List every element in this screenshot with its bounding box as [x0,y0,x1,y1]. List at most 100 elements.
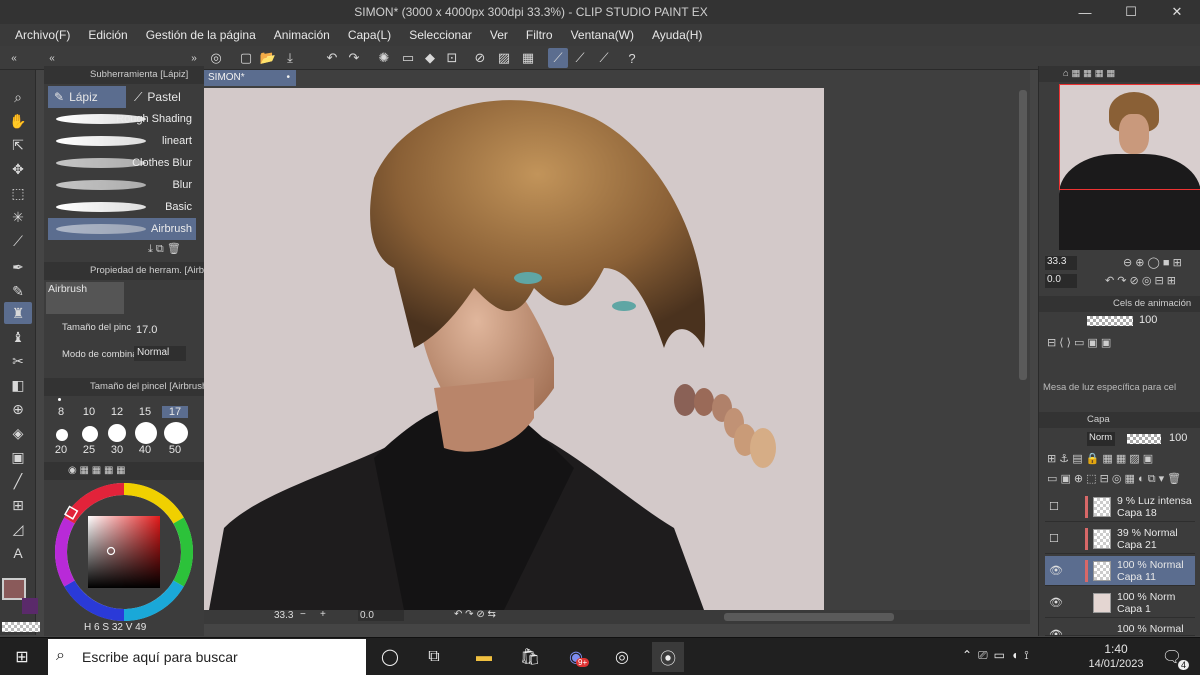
menu-edicion[interactable]: Edición [79,24,136,46]
brush-clothes-blur[interactable]: Clothes Blur [48,152,196,174]
size-40[interactable]: 40 [132,444,158,456]
clock-date[interactable]: 14/01/2023 [1086,658,1146,670]
layer-row[interactable]: ☐ 39 % Normal Capa 21 [1045,524,1195,554]
minimize-button[interactable]: — [1062,0,1108,24]
clip-studio-icon[interactable]: ◎ [206,48,226,68]
transform-icon[interactable]: ⊡ [442,48,462,68]
menu-archivo[interactable]: Archivo(F) [6,24,79,46]
move-icon[interactable]: ✥ [4,158,32,180]
menu-ventana[interactable]: Ventana(W) [562,24,643,46]
open-file-icon[interactable]: 📂 [258,48,278,68]
clip-studio-paint-taskbar-icon[interactable]: ⦿ [652,642,684,672]
blend-mode-select[interactable]: Normal [134,346,186,361]
figure-icon[interactable]: ╱ [4,470,32,492]
menu-ayuda[interactable]: Ayuda(H) [643,24,711,46]
file-explorer-icon[interactable]: ▬ [468,642,500,672]
brush-size-value[interactable]: 17.0 [136,324,157,336]
layer-row[interactable]: 👁 100 % Normal [1045,620,1195,636]
size-dot[interactable] [108,424,126,442]
ruler-tool-icon[interactable]: ◿ [4,518,32,540]
tab-pastel[interactable]: ⟋ Pastel [128,86,202,108]
rotate-icons[interactable]: ↶ ↷ ⊘ ⇆ [454,609,496,620]
sub-color-swatch[interactable] [22,598,38,614]
transparent-swatch[interactable] [2,622,40,632]
main-color-swatch[interactable] [2,578,26,600]
eraser-icon[interactable]: ◧ [4,374,32,396]
snap-special-icon[interactable]: ▨ [494,48,514,68]
layer-opacity-slider[interactable] [1127,434,1161,444]
brush-basic[interactable]: Basic [48,196,196,218]
visibility-toggle[interactable]: ☐ [1049,532,1059,545]
size-12[interactable]: 12 [104,406,130,418]
close-tab-icon[interactable]: • [286,70,290,86]
stabilizer-icon[interactable]: ⟋ [548,48,568,68]
eye-icon[interactable]: 👁 [1049,628,1063,635]
hand-icon[interactable]: ✋ [4,110,32,132]
collapse-right-icon[interactable]: « [42,48,62,68]
fill-tool-icon[interactable]: ◈ [4,422,32,444]
navigator-zoom[interactable]: 33.3 [1045,256,1077,270]
discord-icon[interactable]: ◉ [560,642,592,672]
navigator-rotate-controls[interactable]: ↶ ↷ ⊘ ◎ ⊟ ⊞ [1105,274,1176,287]
clear-icon[interactable]: ▭ [398,48,418,68]
vertical-scrollbar[interactable] [1019,90,1027,380]
close-button[interactable]: ✕ [1154,0,1200,24]
selection-icon[interactable]: ⬚ [4,182,32,204]
operation-icon[interactable]: ⇱ [4,134,32,156]
magic-wand-icon[interactable]: ✳ [4,206,32,228]
system-tray-icons[interactable]: ⌃⎚▭◖⟟ [962,648,1035,663]
canvas[interactable] [204,88,824,610]
document-tab[interactable]: SIMON* • [204,70,296,86]
zoom-readout[interactable]: 33.3 [274,610,293,621]
angle-readout[interactable]: 0.0 [358,610,404,621]
size-50[interactable]: 50 [162,444,188,456]
layer-row[interactable]: 👁 100 % Norm Capa 1 [1045,588,1195,618]
layer-opacity-value[interactable]: 100 [1169,432,1187,444]
deselect-icon[interactable]: ✺ [374,48,394,68]
layer-blend-select[interactable]: Norm [1087,432,1115,446]
cortana-icon[interactable]: ◯ [374,642,406,672]
cel-opacity-slider[interactable] [1087,316,1133,326]
subtool-actions-icon[interactable]: ⤓ ⧉ 🗑 [148,242,181,256]
text-tool-icon[interactable]: A [4,542,32,564]
brush-rough-shading[interactable]: Rough Shading [48,108,196,130]
windows-start-icon[interactable]: ⊞ [6,642,38,672]
menu-animacion[interactable]: Animación [265,24,339,46]
decoration-icon[interactable]: ✂ [4,350,32,372]
frame-icon[interactable]: ⊞ [4,494,32,516]
size-30[interactable]: 30 [104,444,130,456]
clock-time[interactable]: 1:40 [1092,642,1140,656]
maximize-button[interactable]: ☐ [1108,0,1154,24]
collapse-icon[interactable]: » [184,48,204,68]
size-dot[interactable] [58,398,61,401]
collapse-left-icon[interactable]: « [4,48,24,68]
eye-icon[interactable]: 👁 [1049,596,1063,609]
gradient-icon[interactable]: ▣ [4,446,32,468]
brush-lineart[interactable]: lineart [48,130,196,152]
undo-icon[interactable]: ↶ [322,48,342,68]
zoom-icon[interactable]: ⌕ [4,86,32,108]
airbrush-icon[interactable]: ♜ [4,302,32,324]
help-icon[interactable]: ? [622,48,642,68]
clip-studio-taskbar-icon[interactable]: ◎ [606,642,638,672]
color-wheel[interactable] [52,480,196,624]
layer-tools[interactable]: ⊞ ⚓ ▤ 🔒 ▦ ▦ ▨ ▣ [1047,452,1153,465]
menu-ver[interactable]: Ver [481,24,517,46]
snap-ruler-icon[interactable]: ⊘ [470,48,490,68]
menu-capa[interactable]: Capa(L) [339,24,400,46]
navigator-rotation[interactable]: 0.0 [1045,274,1077,288]
store-icon[interactable]: 🛍 [514,642,546,672]
blend-icon[interactable]: ⊕ [4,398,32,420]
navigator-controls[interactable]: ⊖ ⊕ ◯ ■ ⊞ [1123,256,1182,269]
size-8[interactable]: 8 [48,406,74,418]
menu-gestion-pagina[interactable]: Gestión de la página [137,24,265,46]
size-25[interactable]: 25 [76,444,102,456]
visibility-toggle[interactable]: ☐ [1049,500,1059,513]
fill-icon[interactable]: ◆ [420,48,440,68]
horizontal-scrollbar[interactable] [724,613,894,621]
size-10[interactable]: 10 [76,406,102,418]
size-dot[interactable] [164,422,188,444]
size-dot[interactable] [82,426,98,442]
size-dot[interactable] [56,429,68,441]
size-15[interactable]: 15 [132,406,158,418]
